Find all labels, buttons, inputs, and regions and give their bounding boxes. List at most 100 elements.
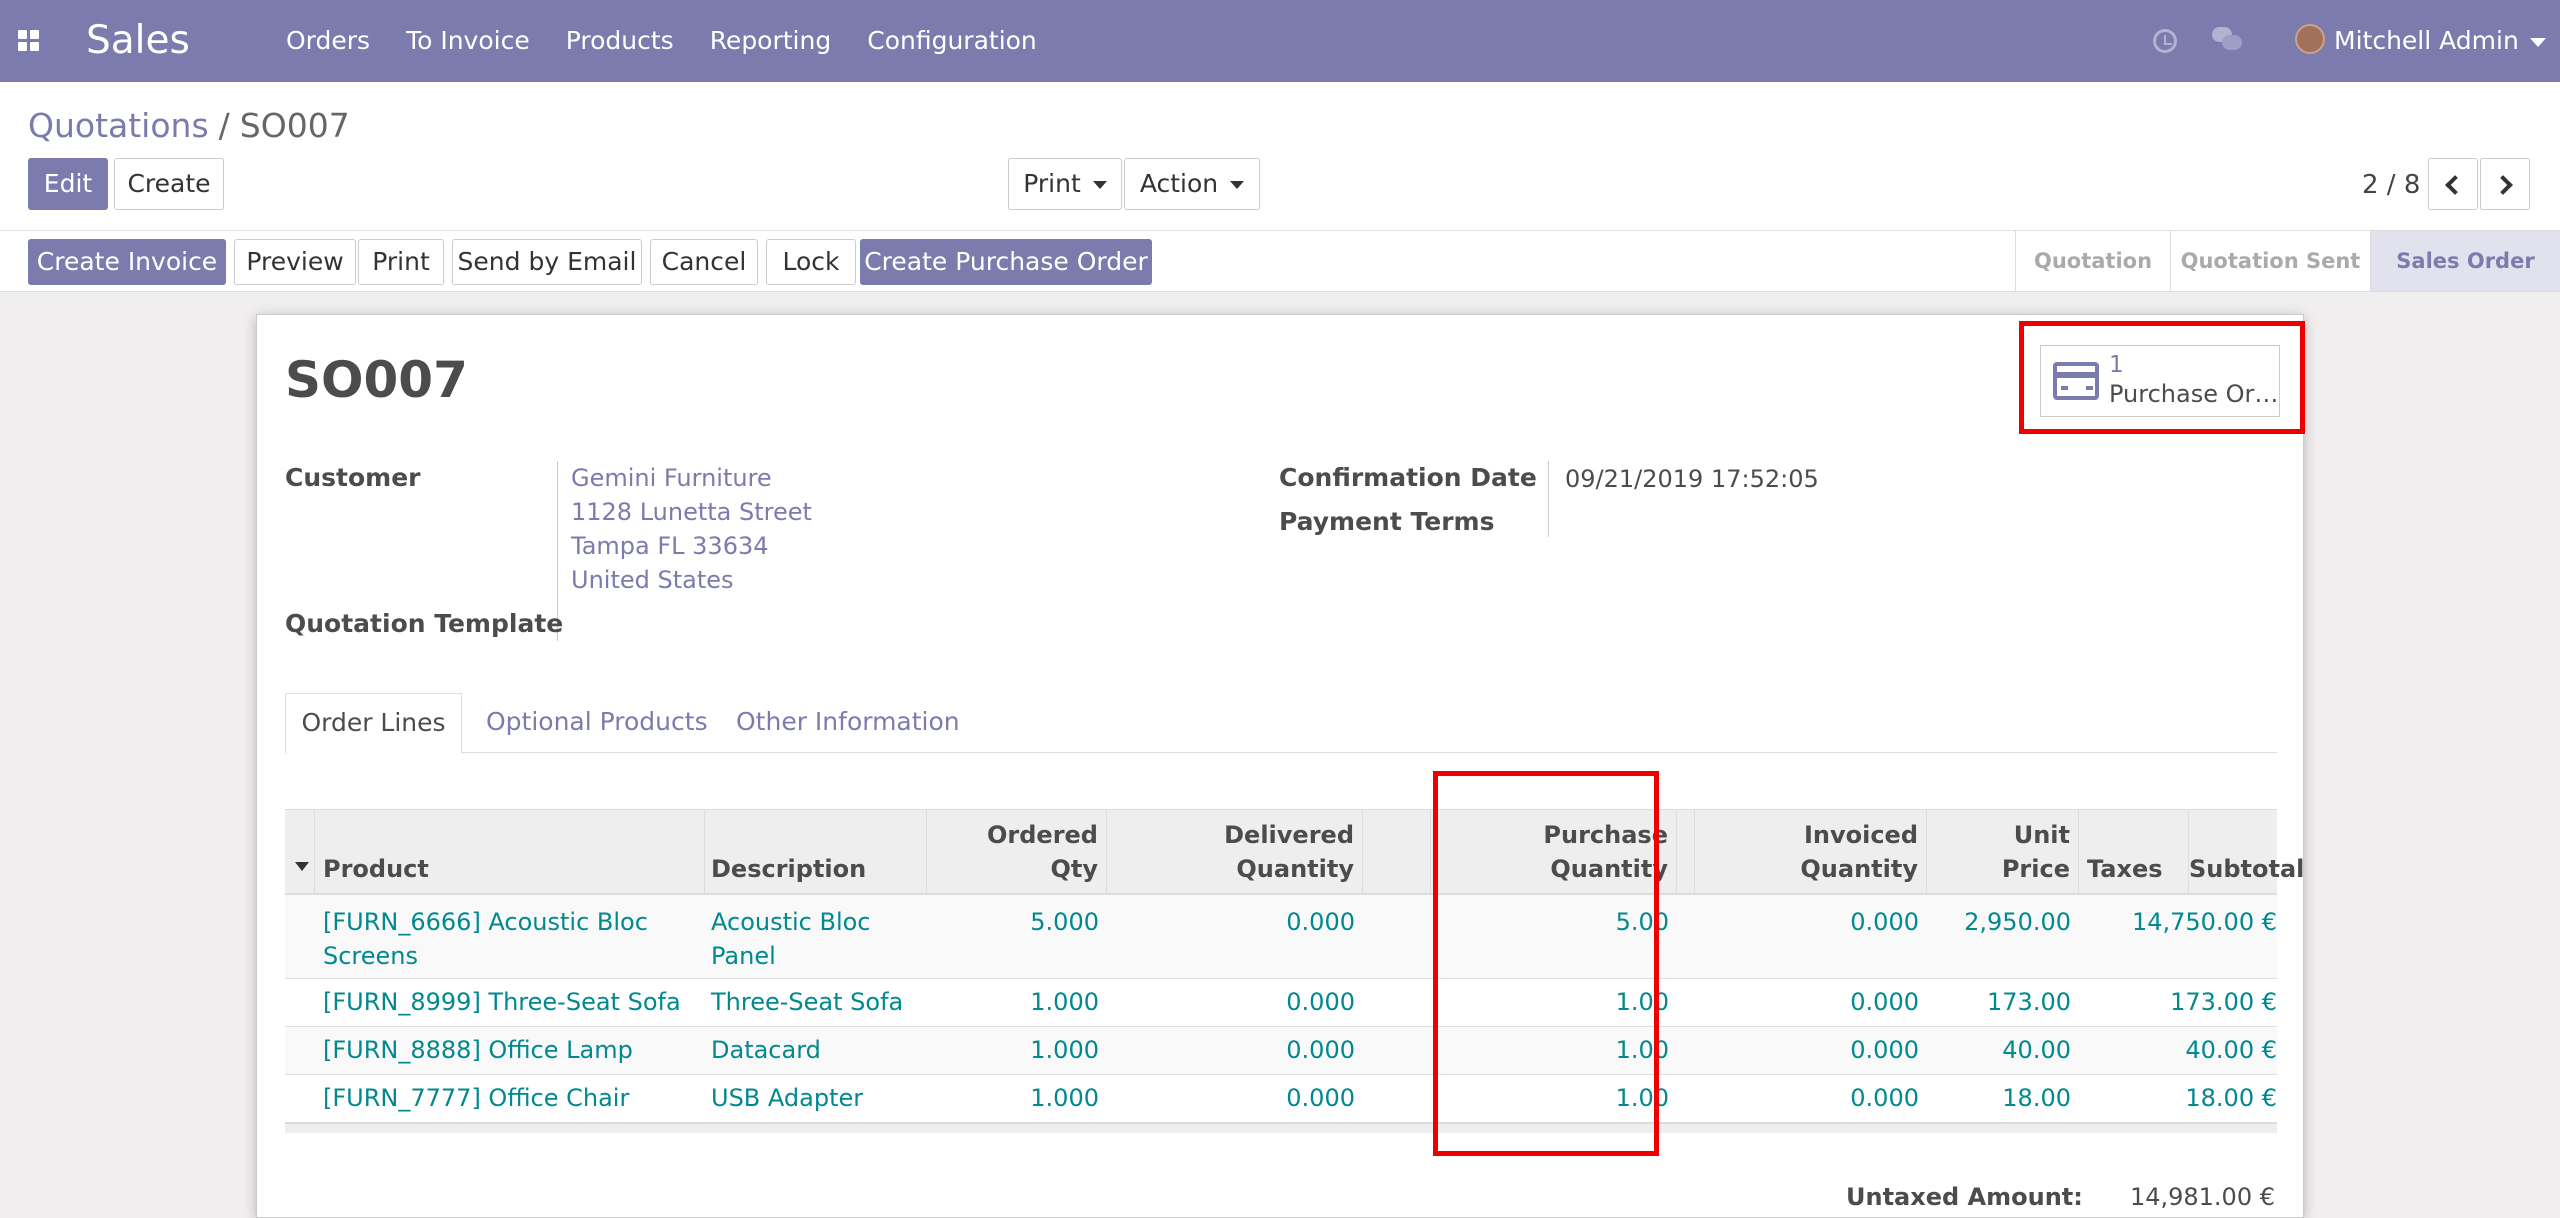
clock-icon[interactable] <box>2153 29 2177 53</box>
cell-description[interactable]: Three-Seat Sofa <box>711 985 903 1019</box>
breadcrumb-current: SO007 <box>239 106 350 145</box>
app-title: Sales <box>86 18 190 63</box>
control-panel: Quotations / SO007 Edit Create Print Actio… <box>0 82 2560 230</box>
breadcrumb-separator: / <box>218 106 230 145</box>
create-invoice-button[interactable]: Create Invoice <box>28 239 226 285</box>
cell-subtotal[interactable]: 18.00 € <box>2105 1081 2277 1115</box>
header-ordered-line2: Qty <box>1050 855 1098 883</box>
header-description[interactable]: Description <box>705 810 927 896</box>
cell-description[interactable]: Acoustic Bloc Panel <box>711 905 871 973</box>
form-tabs: Order Lines Optional Products Other Info… <box>285 693 2277 754</box>
breadcrumb-quotations[interactable]: Quotations <box>28 106 209 145</box>
caret-down-icon <box>1230 181 1245 189</box>
header-unit-line1: Unit <box>2013 821 2070 849</box>
header-product[interactable]: Product <box>315 810 705 896</box>
step-quotation[interactable]: Quotation <box>2015 231 2170 291</box>
header-subtotal[interactable]: Subtotal <box>2189 810 2304 896</box>
header-delivered-line2: Quantity <box>1236 855 1354 883</box>
preview-button[interactable]: Preview <box>234 239 356 285</box>
cell-subtotal[interactable]: 40.00 € <box>2105 1033 2277 1067</box>
create-purchase-order-button[interactable]: Create Purchase Order <box>860 239 1152 285</box>
table-row[interactable]: [FURN_6666] Acoustic Bloc Screens Acousti… <box>285 895 2277 979</box>
customer-city: Tampa FL 33634 <box>571 532 769 560</box>
order-title: SO007 <box>285 351 468 409</box>
customer-name[interactable]: Gemini Furniture <box>571 461 812 495</box>
lock-button[interactable]: Lock <box>766 239 856 285</box>
edit-button[interactable]: Edit <box>28 158 108 210</box>
tab-order-lines[interactable]: Order Lines <box>285 693 462 754</box>
cell-invoiced-qty[interactable]: 0.000 <box>1695 985 1919 1019</box>
cell-subtotal[interactable]: 173.00 € <box>2105 985 2277 1019</box>
cell-description[interactable]: USB Adapter <box>711 1081 863 1115</box>
cell-product[interactable]: [FURN_8999] Three-Seat Sofa <box>323 985 681 1019</box>
cell-ordered-qty[interactable]: 1.000 <box>927 1033 1099 1067</box>
table-row[interactable]: [FURN_7777] Office Chair USB Adapter 1.0… <box>285 1075 2277 1123</box>
action-dropdown[interactable]: Action <box>1124 158 1260 210</box>
tab-other-information[interactable]: Other Information <box>736 693 960 753</box>
header-invoiced-quantity[interactable]: Invoiced Quantity <box>1695 810 1927 896</box>
caret-down-icon <box>295 862 309 871</box>
apps-icon[interactable] <box>18 30 40 52</box>
cell-invoiced-qty[interactable]: 0.000 <box>1695 1033 1919 1067</box>
menu-products[interactable]: Products <box>548 0 692 82</box>
header-taxes[interactable]: Taxes <box>2079 810 2189 896</box>
cell-description[interactable]: Datacard <box>711 1033 821 1067</box>
cell-delivered-qty[interactable]: 0.000 <box>1107 985 1355 1019</box>
quotation-template-label: Quotation Template <box>285 609 564 638</box>
cell-ordered-qty[interactable]: 1.000 <box>927 1081 1099 1115</box>
header-ordered-qty[interactable]: Ordered Qty <box>927 810 1107 896</box>
description-line1: Acoustic Bloc <box>711 908 871 936</box>
pager-value[interactable]: 2 / 8 <box>2362 164 2420 206</box>
step-quotation-sent[interactable]: Quotation Sent <box>2170 231 2370 291</box>
confirmation-date-value[interactable]: 09/21/2019 17:52:05 <box>1565 465 1819 493</box>
caret-down-icon[interactable] <box>2530 38 2546 47</box>
main-menu: Orders To Invoice Products Reporting Con… <box>268 0 1055 82</box>
header-spacer <box>1363 810 1431 896</box>
step-sales-order[interactable]: Sales Order <box>2370 231 2560 291</box>
column-toggle[interactable] <box>285 810 315 896</box>
header-unit-line2: Price <box>2001 855 2070 883</box>
user-menu[interactable]: Mitchell Admin <box>2334 0 2519 82</box>
cell-invoiced-qty[interactable]: 0.000 <box>1695 1081 1919 1115</box>
cell-ordered-qty[interactable]: 1.000 <box>927 985 1099 1019</box>
print-dropdown[interactable]: Print <box>1008 158 1122 210</box>
create-button[interactable]: Create <box>114 158 224 210</box>
chat-icon[interactable] <box>2212 27 2242 51</box>
cell-ordered-qty[interactable]: 5.000 <box>927 905 1099 939</box>
customer-field[interactable]: Gemini Furniture 1128 Lunetta Street Tam… <box>571 461 812 597</box>
customer-label: Customer <box>285 463 421 492</box>
tab-optional-products[interactable]: Optional Products <box>486 693 708 753</box>
menu-orders[interactable]: Orders <box>268 0 388 82</box>
cell-delivered-qty[interactable]: 0.000 <box>1107 905 1355 939</box>
print-button[interactable]: Print <box>358 239 444 285</box>
table-row[interactable]: [FURN_8888] Office Lamp Datacard 1.000 0… <box>285 1027 2277 1075</box>
menu-configuration[interactable]: Configuration <box>849 0 1055 82</box>
cell-product[interactable]: [FURN_8888] Office Lamp <box>323 1033 633 1067</box>
menu-reporting[interactable]: Reporting <box>692 0 850 82</box>
send-by-email-button[interactable]: Send by Email <box>452 239 642 285</box>
cell-invoiced-qty[interactable]: 0.000 <box>1695 905 1919 939</box>
cell-unit-price[interactable]: 173.00 <box>1927 985 2071 1019</box>
confirmation-date-label: Confirmation Date <box>1279 463 1537 492</box>
table-row[interactable]: [FURN_8999] Three-Seat Sofa Three-Seat S… <box>285 979 2277 1027</box>
cancel-button[interactable]: Cancel <box>650 239 758 285</box>
avatar[interactable] <box>2295 24 2325 54</box>
untaxed-amount-value: 14,981.00 € <box>2129 1183 2275 1211</box>
payment-terms-label: Payment Terms <box>1279 507 1495 536</box>
header-delivered-quantity[interactable]: Delivered Quantity <box>1107 810 1363 896</box>
cell-product[interactable]: [FURN_7777] Office Chair <box>323 1081 629 1115</box>
header-unit-price[interactable]: Unit Price <box>1927 810 2079 896</box>
pager-next-button[interactable] <box>2480 158 2530 210</box>
cell-subtotal[interactable]: 14,750.00 € <box>2105 905 2277 939</box>
cell-delivered-qty[interactable]: 0.000 <box>1107 1081 1355 1115</box>
cell-delivered-qty[interactable]: 0.000 <box>1107 1033 1355 1067</box>
cell-product[interactable]: [FURN_6666] Acoustic Bloc Screens <box>323 905 648 973</box>
cell-unit-price[interactable]: 2,950.00 <box>1927 905 2071 939</box>
header-ordered-line1: Ordered <box>987 821 1098 849</box>
field-divider <box>1548 461 1549 537</box>
cell-unit-price[interactable]: 40.00 <box>1927 1033 2071 1067</box>
cell-unit-price[interactable]: 18.00 <box>1927 1081 2071 1115</box>
highlight-box-purchase-quantity <box>1433 771 1659 1156</box>
pager-previous-button[interactable] <box>2428 158 2478 210</box>
menu-to-invoice[interactable]: To Invoice <box>388 0 548 82</box>
